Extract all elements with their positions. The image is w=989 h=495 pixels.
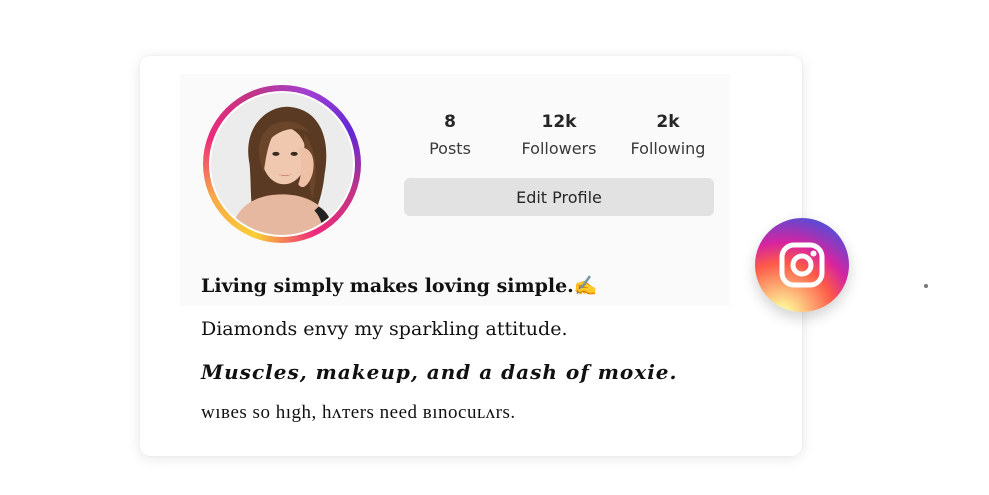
instagram-icon[interactable]	[755, 218, 849, 312]
instagram-glyph-icon	[779, 242, 825, 288]
avatar[interactable]	[209, 91, 355, 237]
bio-line-1: Living simply makes loving simple.✍️	[201, 275, 598, 297]
bio-line-4: wıвes so hıgh, hʌтers nееd вınocuʟʌrs.	[201, 402, 516, 423]
story-ring[interactable]	[203, 85, 361, 243]
decorative-dot	[924, 284, 928, 288]
edit-profile-button[interactable]: Edit Profile	[404, 178, 714, 216]
stat-following[interactable]: 2k Following	[608, 111, 728, 161]
followers-count: 12k	[541, 112, 577, 132]
posts-count: 8	[444, 112, 456, 132]
posts-label: Posts	[429, 139, 471, 158]
following-count: 2k	[656, 112, 680, 132]
followers-label: Followers	[521, 139, 597, 158]
stat-followers[interactable]: 12k Followers	[499, 111, 619, 161]
bio-line-2: Diamonds envy my sparkling attitude.	[201, 318, 568, 340]
following-label: Following	[630, 139, 706, 158]
bio-line-3: Muscles, makeup, and a dash of moxie.	[201, 360, 678, 384]
profile-card: 8 Posts 12k Followers 2k Following Edit …	[140, 56, 802, 456]
stat-posts[interactable]: 8 Posts	[390, 111, 510, 161]
profile-photo-icon	[211, 93, 353, 235]
